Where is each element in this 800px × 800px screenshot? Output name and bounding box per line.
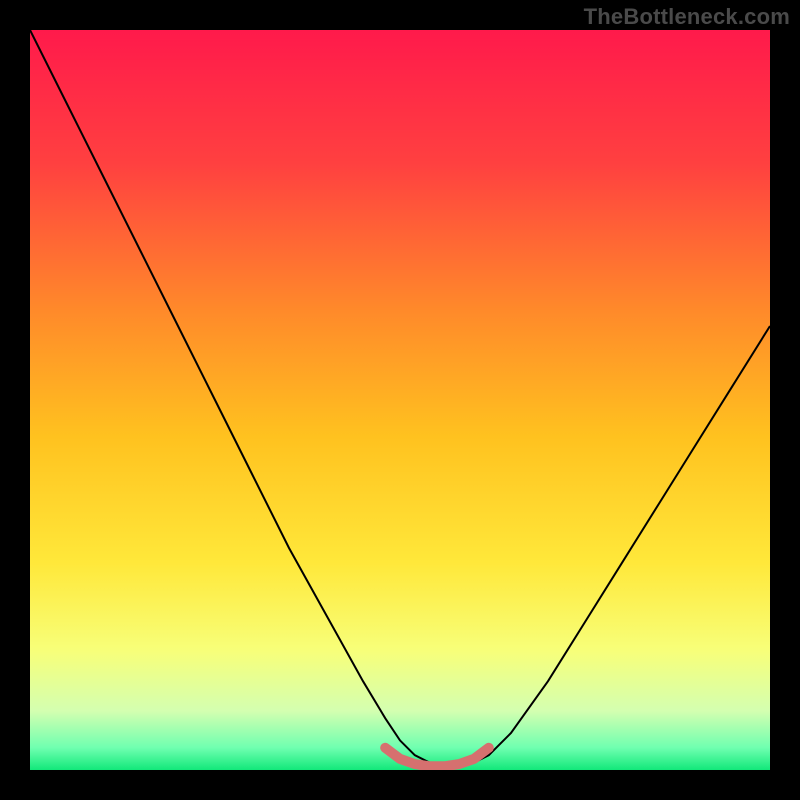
gradient-background	[30, 30, 770, 770]
plot-area	[30, 30, 770, 770]
watermark-text: TheBottleneck.com	[584, 4, 790, 30]
chart-svg	[30, 30, 770, 770]
chart-frame: TheBottleneck.com	[0, 0, 800, 800]
